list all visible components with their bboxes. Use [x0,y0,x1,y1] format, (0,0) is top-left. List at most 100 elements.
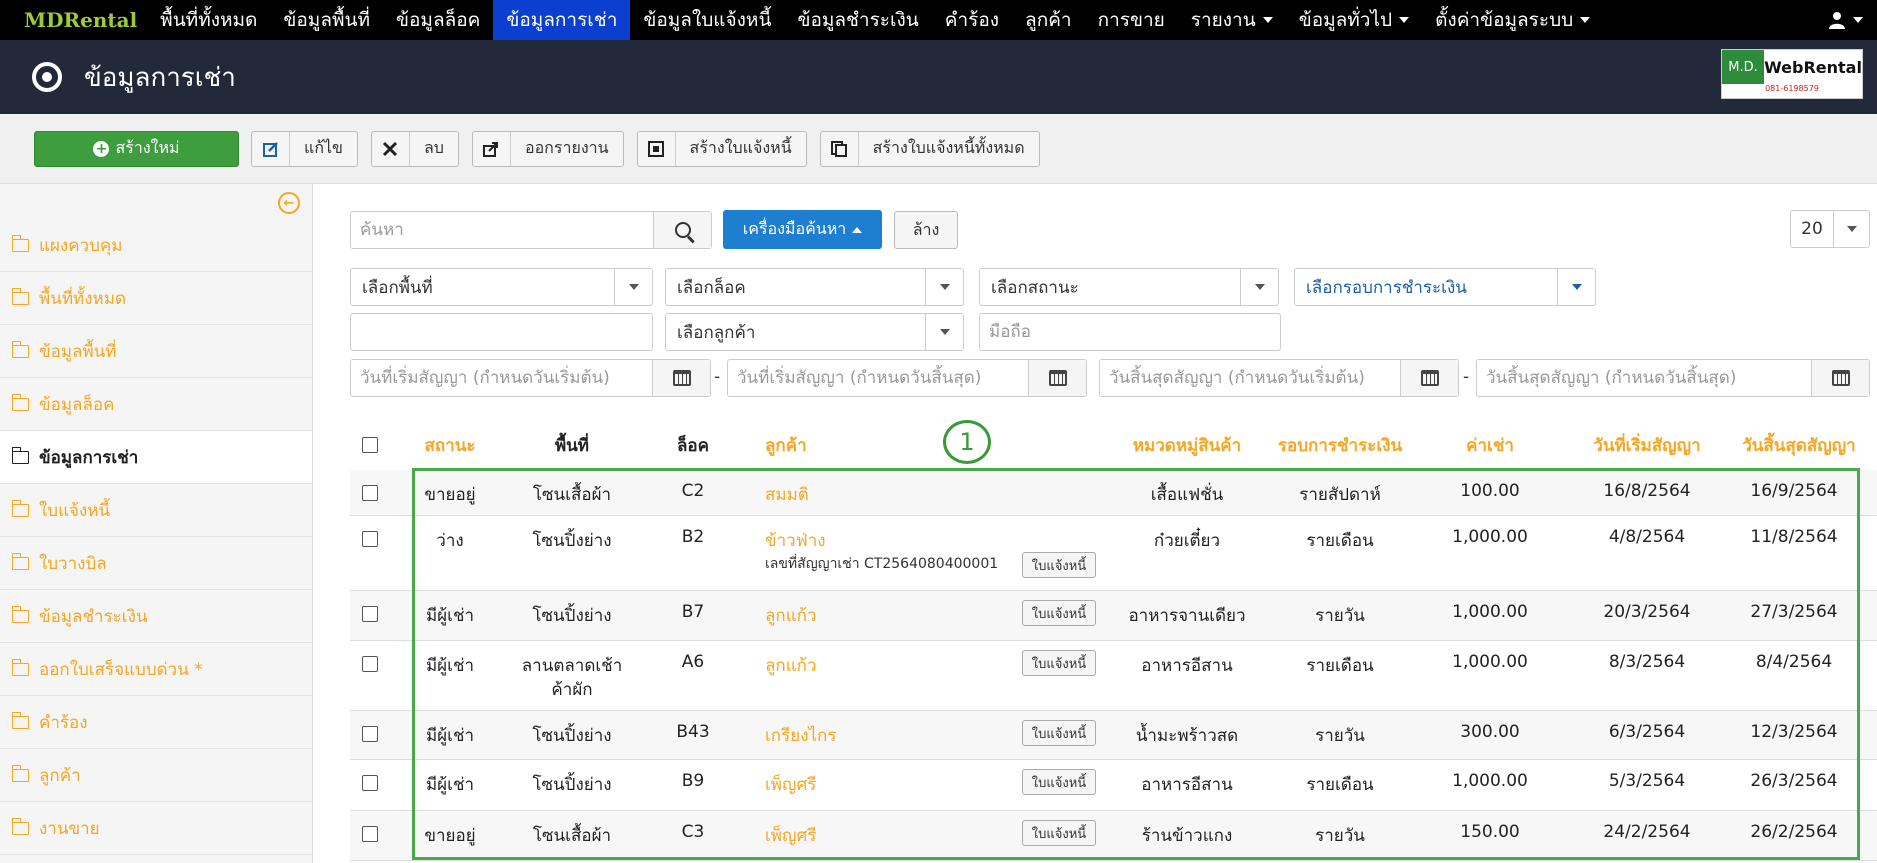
calendar-button[interactable] [1400,360,1458,396]
col-payment-cycle[interactable]: รอบการชำระเงิน [1265,432,1415,459]
create-all-invoices-button[interactable]: สร้างใบแจ้งหนี้ทั้งหมด [819,130,1040,167]
nav-item-1[interactable]: ข้อมูลพื้นที่ [270,0,383,40]
create-invoice-button[interactable]: สร้างใบแจ้งหนี้ [636,130,807,167]
row-status: มีผู้เช่า [425,656,475,676]
nav-item-4[interactable]: ข้อมูลใบแจ้งหนี้ [630,0,784,40]
calendar-button[interactable] [1028,360,1086,396]
row-status: มีผู้เช่า [425,726,475,746]
chevron-down-icon [628,284,639,290]
mobile-input[interactable] [980,314,1280,350]
sidebar-item-10[interactable]: ลูกค้า [0,749,312,802]
folder-icon [11,393,29,411]
payment-cycle-select[interactable]: เลือกรอบการชำระเงิน [1294,268,1596,306]
user-menu[interactable] [1828,0,1863,40]
area-select[interactable]: เลือกพื้นที่ [350,268,653,306]
invoice-button[interactable]: ใบแจ้งหนี้ [1022,820,1096,846]
clear-button[interactable]: ล้าง [894,211,958,249]
nav-item-label: ข้อมูลใบแจ้งหนี้ [643,9,772,31]
row-checkbox[interactable] [362,485,378,501]
row-customer-link[interactable]: ลูกแก้ว [765,602,817,629]
row-end-date: 26/2/2564 [1750,822,1838,842]
sidebar-item-3[interactable]: ข้อมูลล็อค [0,378,312,431]
row-checkbox[interactable] [362,826,378,842]
blank-filter-field[interactable] [350,313,653,351]
col-area[interactable]: พื้นที่ [512,432,632,459]
nav-item-3[interactable]: ข้อมูลการเช่า [493,0,631,40]
start-date-from-input[interactable] [351,360,652,396]
calendar-button[interactable] [652,360,710,396]
row-customer-link[interactable]: สมมติ [765,481,809,508]
col-customer[interactable]: ลูกค้า [765,432,807,459]
row-customer-link[interactable]: ลูกแก้ว [765,652,817,679]
row-customer-link[interactable]: เพ็ญศรี [765,771,816,798]
sidebar-item-2[interactable]: ข้อมูลพื้นที่ [0,325,312,378]
folder-icon [11,234,29,252]
create-button[interactable]: + สร้างใหม่ [34,130,239,167]
row-checkbox[interactable] [362,656,378,672]
sidebar-item-label: ข้อมูลล็อค [39,394,115,415]
search-tools-button[interactable]: เครื่องมือค้นหา [723,210,882,249]
row-lock: B7 [681,602,705,622]
sidebar-item-5[interactable]: ใบแจ้งหนี้ [0,484,312,537]
sidebar-item-1[interactable]: พื้นที่ทั้งหมด [0,272,312,325]
sidebar-item-9[interactable]: คำร้อง [0,696,312,749]
invoice-button[interactable]: ใบแจ้งหนี้ [1022,769,1096,795]
sidebar-item-6[interactable]: ใบวางบิล [0,537,312,590]
brand-logo[interactable]: MDRental [24,8,137,32]
lock-select[interactable]: เลือกล็อค [665,268,964,306]
col-status[interactable]: สถานะ [400,432,500,459]
sidebar-item-8[interactable]: ออกใบเสร็จแบบด่วน * [0,643,312,696]
status-select[interactable]: เลือกสถานะ [979,268,1279,306]
col-end-date[interactable]: วันสิ้นสุดสัญญา [1724,432,1874,459]
row-checkbox[interactable] [362,606,378,622]
nav-item-8[interactable]: การขาย [1085,0,1178,40]
customer-select[interactable]: เลือกลูกค้า [665,313,964,351]
export-button[interactable]: ออกรายงาน [471,130,624,167]
nav-item-7[interactable]: ลูกค้า [1012,0,1085,40]
edit-button[interactable]: แก้ไข [251,130,358,167]
sidebar-item-0[interactable]: แผงควบคุม [0,219,312,272]
col-start-date[interactable]: วันที่เริ่มสัญญา [1572,432,1722,459]
sidebar-item-4[interactable]: ข้อมูลการเช่า [0,431,312,484]
nav-item-2[interactable]: ข้อมูลล็อค [383,0,493,40]
end-date-from-input[interactable] [1100,360,1400,396]
start-date-to-input[interactable] [728,360,1028,396]
row-customer-link[interactable]: ข้าวฟ่าง [765,527,826,554]
sidebar-item-11[interactable]: งานขาย [0,802,312,855]
start-date-from-field [350,359,711,397]
row-customer-link[interactable]: เกรียงไกร [765,722,836,749]
folder-icon [11,605,29,623]
blank-filter-input[interactable] [351,314,652,350]
arrow-left-circle-icon[interactable]: ← [278,192,300,214]
row-checkbox[interactable] [362,775,378,791]
page-size-select[interactable]: 20 [1790,210,1870,248]
end-date-to-input[interactable] [1477,360,1811,396]
select-all-checkbox[interactable] [362,437,378,453]
calendar-button[interactable] [1811,360,1869,396]
nav-item-10[interactable]: ข้อมูลทั่วไป [1286,0,1422,40]
invoice-button[interactable]: ใบแจ้งหนี้ [1022,600,1096,626]
nav-item-0[interactable]: พื้นที่ทั้งหมด [147,0,270,40]
col-rent[interactable]: ค่าเช่า [1440,432,1540,459]
nav-item-5[interactable]: ข้อมูลชำระเงิน [784,0,931,40]
row-customer-link[interactable]: เพ็ญศรี [765,822,816,849]
invoice-button[interactable]: ใบแจ้งหนี้ [1022,650,1096,676]
stop-icon [638,131,676,166]
sidebar-item-label: ออกใบเสร็จแบบด่วน * [39,659,203,680]
row-status: ว่าง [436,531,464,551]
invoice-button[interactable]: ใบแจ้งหนี้ [1022,552,1096,578]
col-category[interactable]: หมวดหมู่สินค้า [1117,432,1257,459]
search-input[interactable] [351,212,653,248]
invoice-button[interactable]: ใบแจ้งหนี้ [1022,720,1096,746]
row-checkbox[interactable] [362,531,378,547]
nav-item-11[interactable]: ตั้งค่าข้อมูลระบบ [1422,0,1603,40]
search-button[interactable] [653,212,711,248]
edit-button-label: แก้ไข [304,138,343,157]
nav-item-6[interactable]: คำร้อง [932,0,1012,40]
row-checkbox[interactable] [362,726,378,742]
col-lock[interactable]: ล็อค [643,432,743,459]
delete-button[interactable]: ลบ [370,130,459,167]
sidebar-item-7[interactable]: ข้อมูลชำระเงิน [0,590,312,643]
nav-item-9[interactable]: รายงาน [1178,0,1286,40]
logo-phone: 081-6198579 [1765,84,1819,93]
